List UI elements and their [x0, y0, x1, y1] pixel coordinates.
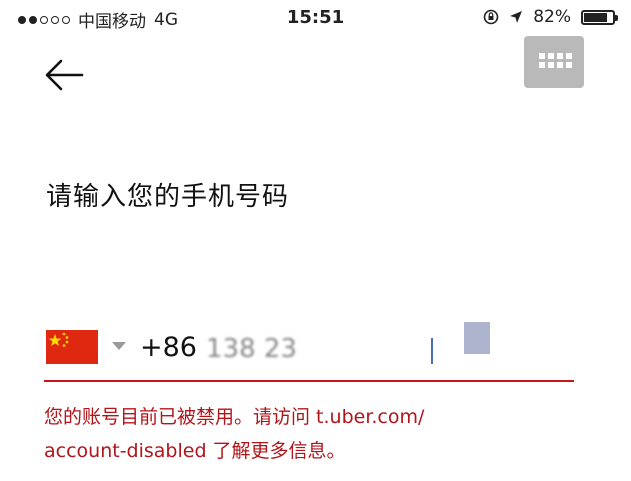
text-cursor	[431, 338, 433, 364]
battery-icon	[581, 9, 618, 25]
orientation-lock-icon	[483, 9, 499, 25]
page-title: 请输入您的手机号码	[46, 182, 290, 212]
error-line-1: 您的账号目前已被禁用。请访问 t.uber.com/	[44, 406, 425, 428]
battery-percent: 82%	[533, 7, 571, 27]
arrow-left-icon	[45, 59, 84, 91]
input-underline-error	[44, 380, 574, 382]
keypad-icon	[539, 53, 572, 68]
back-button[interactable]	[44, 58, 84, 92]
keypad-toggle-button[interactable]	[524, 36, 584, 88]
phone-number-input[interactable]	[206, 332, 506, 366]
china-flag-icon[interactable]	[46, 330, 98, 364]
location-icon	[510, 11, 523, 23]
status-bar: 中国移动 4G 15:51 82%	[0, 0, 631, 34]
redaction-mosaic	[464, 322, 490, 354]
country-code: +86	[140, 332, 197, 363]
country-dropdown-caret-icon[interactable]	[112, 342, 126, 350]
status-right: 82%	[483, 7, 618, 27]
error-line-2: account-disabled 了解更多信息。	[44, 440, 346, 462]
phone-input-row: +86	[44, 322, 574, 372]
error-message: 您的账号目前已被禁用。请访问 t.uber.com/ account-disab…	[44, 400, 584, 468]
